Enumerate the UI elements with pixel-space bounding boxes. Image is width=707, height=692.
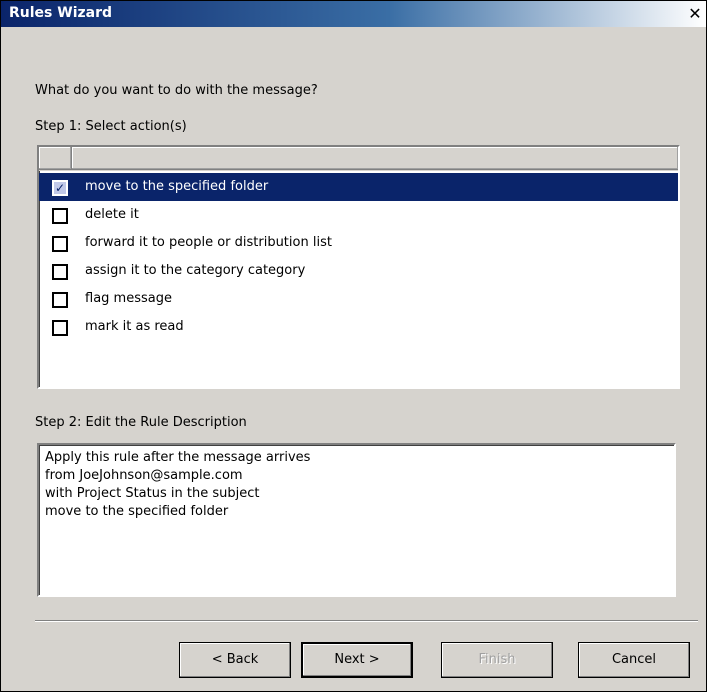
separator (35, 620, 698, 622)
rule-description-line[interactable]: from JoeJohnson@sample.com (45, 467, 668, 485)
back-button[interactable]: < Back (179, 642, 291, 678)
checkbox-move-to-folder[interactable]: ✓ (52, 180, 68, 196)
checkbox-mark-read[interactable] (52, 320, 68, 336)
close-icon[interactable]: ✕ (686, 5, 704, 23)
rule-description-line[interactable]: move to the specified folder (45, 503, 668, 521)
step1-label: Step 1: Select action(s) (35, 119, 187, 134)
checkmark-icon: ✓ (54, 181, 66, 195)
rule-description-line[interactable]: with Project Status in the subject (45, 485, 668, 503)
checkbox-forward[interactable] (52, 236, 68, 252)
action-row-delete[interactable]: delete it (39, 201, 678, 229)
action-row-assign-category[interactable]: assign it to the category category (39, 257, 678, 285)
checkbox-flag-message[interactable] (52, 292, 68, 308)
action-label: forward it to people or distribution lis… (85, 235, 332, 250)
prompt-text: What do you want to do with the message? (35, 83, 318, 98)
action-row-flag-message[interactable]: flag message (39, 285, 678, 313)
action-label: mark it as read (85, 319, 184, 334)
rules-wizard-dialog: Rules Wizard ✕ What do you want to do wi… (0, 0, 707, 692)
checkbox-assign-category[interactable] (52, 264, 68, 280)
step2-label: Step 2: Edit the Rule Description (35, 415, 247, 430)
checkbox-delete[interactable] (52, 208, 68, 224)
action-label: move to the specified folder (85, 179, 269, 194)
header-column-action[interactable] (72, 147, 678, 170)
actions-listbox[interactable]: ✓ move to the specified folder delete it… (37, 145, 680, 389)
list-header (39, 147, 678, 171)
action-row-move-to-folder[interactable]: ✓ move to the specified folder (39, 173, 678, 201)
action-row-forward[interactable]: forward it to people or distribution lis… (39, 229, 678, 257)
window-title: Rules Wizard (9, 5, 113, 21)
next-button[interactable]: Next > (301, 642, 413, 678)
action-row-mark-read[interactable]: mark it as read (39, 313, 678, 341)
header-column-checkbox[interactable] (39, 147, 72, 170)
title-bar: Rules Wizard ✕ (1, 1, 706, 27)
action-label: assign it to the category category (85, 263, 306, 278)
action-label: flag message (85, 291, 172, 306)
finish-button: Finish (441, 642, 553, 678)
rule-description-box[interactable]: Apply this rule after the message arrive… (37, 443, 676, 597)
rule-description-line: Apply this rule after the message arrive… (45, 450, 311, 465)
action-label: delete it (85, 207, 139, 222)
cancel-button[interactable]: Cancel (578, 642, 690, 678)
